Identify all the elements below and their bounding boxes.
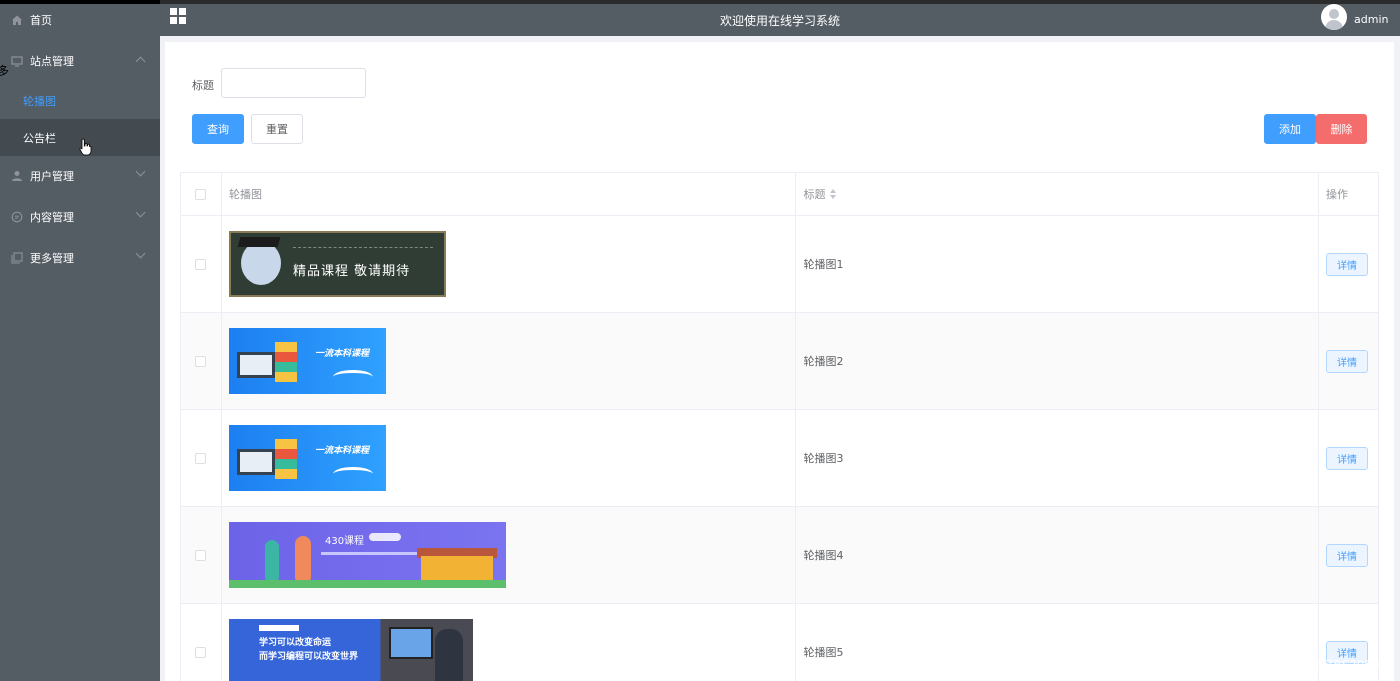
sidebar-subitem-label: 轮播图 bbox=[23, 94, 56, 108]
sidebar-item-label: 内容管理 bbox=[30, 211, 74, 224]
carousel-thumbnail: 一流本科课程 bbox=[228, 425, 386, 491]
sidebar-item-content-management[interactable]: 内容管理 bbox=[0, 197, 160, 237]
top-header: 欢迎使用在线学习系统 admin bbox=[160, 4, 1400, 36]
row-checkbox[interactable] bbox=[195, 549, 207, 561]
detail-button[interactable]: 详情 bbox=[1326, 252, 1369, 276]
reset-button[interactable]: 重置 bbox=[251, 114, 303, 144]
content-panel: 标题 查询 重置 添加 删除 轮播图 标题 操作 精品课程 敬请期待 轮播图1 … bbox=[165, 42, 1394, 681]
row-checkbox[interactable] bbox=[195, 355, 207, 367]
row-checkbox-cell bbox=[181, 410, 222, 506]
title-cell: 轮播图2 bbox=[796, 313, 1320, 409]
sidebar: 首页 站点管理 多 轮播图 公告栏 用户管理 内容管理 更多管理 bbox=[0, 0, 160, 681]
row-checkbox-cell bbox=[181, 604, 222, 681]
edge-glyph: 多 bbox=[0, 64, 10, 78]
column-header-title-label: 标题 bbox=[803, 188, 826, 201]
sidebar-item-home[interactable]: 首页 bbox=[0, 0, 160, 40]
carousel-image-cell: 一流本科课程 bbox=[222, 410, 797, 506]
title-cell: 轮播图3 bbox=[796, 410, 1320, 506]
sidebar-item-site-management[interactable]: 站点管理 bbox=[0, 41, 160, 81]
row-checkbox-cell bbox=[181, 507, 222, 603]
row-checkbox-cell bbox=[181, 313, 222, 409]
carousel-thumbnail: 一流本科课程 bbox=[228, 328, 386, 394]
actions-cell: 详情 bbox=[1319, 313, 1379, 409]
sidebar-subitem-label: 公告栏 bbox=[23, 131, 56, 145]
title-filter-input[interactable] bbox=[221, 68, 366, 98]
sidebar-item-label: 用户管理 bbox=[30, 170, 74, 183]
banner-text: 学习可以改变命运 bbox=[258, 638, 331, 648]
carousel-image-cell: 430课程 bbox=[222, 507, 797, 603]
carousel-table: 轮播图 标题 操作 精品课程 敬请期待 轮播图1 详情 一流本科课程 轮播图2 … bbox=[180, 172, 1379, 681]
banner-text: 430课程 bbox=[324, 536, 365, 547]
monitor-icon bbox=[11, 55, 23, 67]
table-row: 430课程 轮播图4 详情 bbox=[181, 507, 1379, 604]
column-header-carousel: 轮播图 bbox=[222, 173, 797, 215]
page-title: 欢迎使用在线学习系统 bbox=[719, 14, 840, 28]
table-row: 精品课程 敬请期待 轮播图1 详情 bbox=[181, 216, 1379, 313]
carousel-image-cell: 一流本科课程 bbox=[222, 313, 797, 409]
username[interactable]: admin bbox=[1354, 13, 1388, 26]
table-row: 一流本科课程 轮播图3 详情 bbox=[181, 410, 1379, 507]
column-header-title[interactable]: 标题 bbox=[796, 173, 1320, 215]
title-cell: 轮播图1 bbox=[796, 216, 1320, 312]
chevron-down-icon bbox=[135, 207, 146, 218]
carousel-thumbnail: 精品课程 敬请期待 bbox=[228, 231, 446, 297]
title-filter-label: 标题 bbox=[192, 79, 214, 92]
carousel-image-cell: 精品课程 敬请期待 bbox=[222, 216, 797, 312]
row-checkbox[interactable] bbox=[195, 646, 207, 658]
add-button[interactable]: 添加 bbox=[1264, 114, 1316, 144]
sidebar-item-label: 站点管理 bbox=[30, 55, 74, 68]
sidebar-item-label: 更多管理 bbox=[30, 252, 74, 265]
header-checkbox-cell bbox=[181, 173, 222, 215]
banner-text: 而学习编程可以改变世界 bbox=[258, 652, 358, 662]
sidebar-item-more-management[interactable]: 更多管理 bbox=[0, 238, 160, 278]
detail-button[interactable]: 详情 bbox=[1326, 446, 1369, 470]
row-checkbox[interactable] bbox=[195, 452, 207, 464]
row-checkbox[interactable] bbox=[195, 258, 207, 270]
copy-icon bbox=[11, 252, 23, 264]
main-area: 标题 查询 重置 添加 删除 轮播图 标题 操作 精品课程 敬请期待 轮播图1 … bbox=[160, 36, 1400, 681]
carousel-thumbnail: 430课程 bbox=[228, 522, 506, 588]
sidebar-item-label: 首页 bbox=[30, 14, 52, 27]
table-row: 学习可以改变命运 而学习编程可以改变世界 轮播图5 详情 bbox=[181, 604, 1379, 681]
chevron-down-icon bbox=[135, 166, 146, 177]
sidebar-item-user-management[interactable]: 用户管理 bbox=[0, 156, 160, 196]
row-checkbox-cell bbox=[181, 216, 222, 312]
detail-button[interactable]: 详情 bbox=[1326, 543, 1369, 567]
chevron-up-icon bbox=[135, 56, 146, 67]
actions-cell: 详情 bbox=[1319, 507, 1379, 603]
column-header-actions: 操作 bbox=[1319, 173, 1379, 215]
table-header-row: 轮播图 标题 操作 bbox=[181, 173, 1379, 216]
search-button[interactable]: 查询 bbox=[192, 114, 244, 144]
sort-icon[interactable] bbox=[830, 189, 837, 199]
banner-text: 一流本科课程 bbox=[314, 349, 369, 359]
select-all-checkbox[interactable] bbox=[195, 188, 207, 200]
carousel-image-cell: 学习可以改变命运 而学习编程可以改变世界 bbox=[222, 604, 797, 681]
hand-cursor-icon bbox=[79, 138, 92, 156]
delete-button[interactable]: 删除 bbox=[1316, 114, 1367, 144]
title-cell: 轮播图4 bbox=[796, 507, 1320, 603]
chevron-down-icon bbox=[135, 248, 146, 259]
sidebar-subitem-carousel[interactable]: 轮播图 bbox=[0, 82, 160, 119]
home-icon bbox=[11, 14, 23, 26]
chat-icon bbox=[11, 211, 23, 223]
actions-cell: 详情 bbox=[1319, 216, 1379, 312]
carousel-thumbnail: 学习可以改变命运 而学习编程可以改变世界 bbox=[228, 619, 473, 681]
actions-cell: 详情 bbox=[1319, 410, 1379, 506]
table-row: 一流本科课程 轮播图2 详情 bbox=[181, 313, 1379, 410]
banner-text: 精品课程 敬请期待 bbox=[292, 264, 411, 279]
title-cell: 轮播图5 bbox=[796, 604, 1320, 681]
watermark: CSDN @DZBS2000 bbox=[1266, 658, 1380, 672]
avatar[interactable] bbox=[1321, 4, 1347, 30]
user-icon bbox=[11, 170, 23, 182]
banner-text: 一流本科课程 bbox=[314, 446, 369, 456]
detail-button[interactable]: 详情 bbox=[1326, 349, 1369, 373]
